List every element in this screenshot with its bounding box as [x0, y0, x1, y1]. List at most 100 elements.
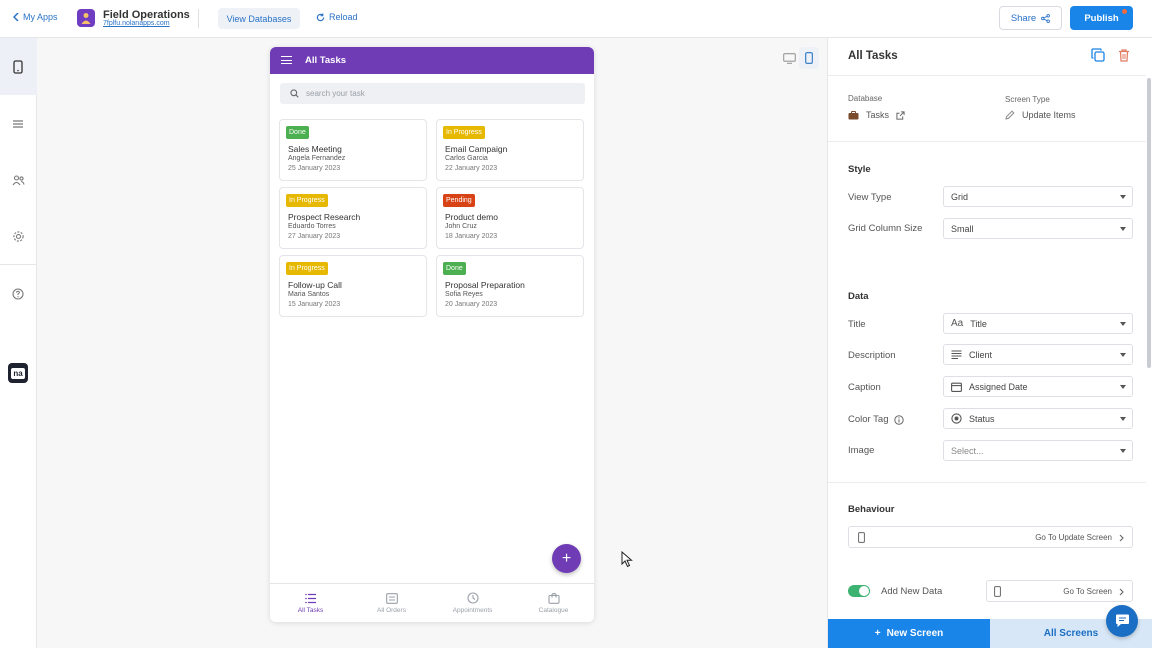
image-value: Select... [951, 445, 984, 456]
add-item-button[interactable]: + [552, 544, 581, 573]
share-label: Share [1010, 12, 1037, 24]
mobile-icon [994, 586, 1001, 597]
task-card[interactable]: Pending Product demo John Cruz 18 Januar… [436, 187, 584, 249]
desktop-view-button[interactable] [779, 47, 799, 69]
task-card[interactable]: Done Sales Meeting Angela Fernandez 25 J… [279, 119, 427, 181]
tab-all-tasks[interactable]: All Tasks [270, 584, 351, 622]
share-icon [1041, 13, 1051, 23]
status-badge: Done [286, 126, 309, 139]
phone-header-title: All Tasks [305, 55, 347, 66]
phone-header: All Tasks [270, 47, 594, 74]
phone-icon[interactable] [11, 60, 25, 74]
app-url-link[interactable]: 7fplfu.nolanapps.com [103, 20, 170, 27]
mobile-view-button[interactable] [799, 47, 819, 69]
briefcase-icon [848, 110, 859, 119]
tab-catalogue[interactable]: Catalogue [513, 584, 594, 622]
status-badge: Pending [443, 194, 475, 207]
share-button[interactable]: Share [999, 6, 1062, 30]
task-card[interactable]: In Progress Follow-up Call Maria Santos … [279, 255, 427, 317]
card-client: Maria Santos [288, 291, 330, 298]
users-icon[interactable] [11, 173, 25, 187]
publish-button[interactable]: Publish [1070, 6, 1133, 30]
pencil-icon [1005, 110, 1015, 120]
chat-button[interactable] [1106, 605, 1138, 637]
gear-icon[interactable] [11, 229, 25, 243]
chevron-down-icon [1120, 353, 1126, 357]
grid-column-size-select[interactable]: Small [943, 218, 1133, 239]
task-card[interactable]: Done Proposal Preparation Sofia Reyes 20… [436, 255, 584, 317]
database-value[interactable]: Tasks [848, 110, 905, 120]
notification-dot [1122, 9, 1127, 14]
chevron-down-icon [1120, 385, 1126, 389]
all-screens-label: All Screens [1043, 628, 1099, 639]
search-input[interactable]: search your task [280, 83, 585, 104]
database-name: Tasks [866, 110, 890, 120]
caption-field-label: Caption [848, 382, 881, 393]
image-select[interactable]: Select... [943, 440, 1133, 461]
bottom-tab-bar: All Tasks All Orders Appointments Catalo… [270, 583, 594, 622]
go-to-screen-button[interactable]: Go To Screen [986, 580, 1133, 602]
list-icon [385, 592, 398, 604]
trash-icon[interactable] [1117, 48, 1131, 62]
publish-label: Publish [1084, 12, 1119, 24]
card-client: Eduardo Torres [288, 223, 336, 230]
panel-scrollbar[interactable] [1147, 78, 1151, 368]
description-field-text: Description [848, 350, 896, 361]
list-icon[interactable] [11, 117, 25, 131]
screen-type-label: Screen Type [1005, 95, 1050, 104]
go-to-update-screen-button[interactable]: Go To Update Screen [848, 526, 1133, 548]
radio-icon [951, 413, 962, 424]
card-date: 15 January 2023 [288, 301, 341, 308]
menu-icon[interactable] [281, 56, 292, 64]
grid-column-size-text: Grid Column Size [848, 223, 923, 234]
screen-type-value: Update Items [1005, 110, 1076, 120]
task-card[interactable]: In Progress Prospect Research Eduardo To… [279, 187, 427, 249]
mobile-icon [805, 52, 813, 64]
duplicate-icon[interactable] [1091, 48, 1105, 62]
task-card[interactable]: In Progress Email Campaign Carlos Garcia… [436, 119, 584, 181]
mobile-icon [858, 532, 865, 543]
chevron-down-icon [1120, 227, 1126, 231]
color-tag-field-text: Color Tag [848, 414, 889, 425]
card-date: 27 January 2023 [288, 233, 341, 240]
chevron-right-icon [1119, 588, 1124, 596]
chat-icon [1115, 614, 1129, 627]
card-title: Product demo [445, 212, 498, 222]
chevron-down-icon [1120, 417, 1126, 421]
view-type-label: View Type [848, 192, 891, 203]
card-title: Sales Meeting [288, 144, 342, 154]
caption-field-text: Caption [848, 382, 881, 393]
external-link-icon[interactable] [896, 110, 905, 120]
divider [198, 9, 199, 28]
tab-all-orders[interactable]: All Orders [351, 584, 432, 622]
panel-title: All Tasks [848, 50, 898, 62]
title-select[interactable]: Aa Title [943, 313, 1133, 334]
color-tag-select[interactable]: Status [943, 408, 1133, 429]
info-icon[interactable] [893, 414, 904, 425]
caption-select[interactable]: Assigned Date [943, 376, 1133, 397]
back-link[interactable]: My Apps [13, 12, 58, 22]
status-badge: Done [443, 262, 466, 275]
help-icon[interactable] [11, 287, 25, 301]
title-field-label: Title [848, 319, 866, 330]
card-title: Email Campaign [445, 144, 508, 154]
left-sidebar: na [0, 38, 37, 648]
chevron-down-icon [1120, 449, 1126, 453]
logo-text: na [11, 367, 25, 379]
screen-type-name: Update Items [1022, 110, 1076, 120]
status-badge: In Progress [286, 194, 328, 207]
grid-column-size-value: Small [951, 223, 974, 234]
add-new-data-toggle[interactable] [848, 585, 870, 597]
status-badge: In Progress [443, 126, 485, 139]
search-icon [290, 89, 299, 98]
description-select[interactable]: Client [943, 344, 1133, 365]
go-to-update-screen-label: Go To Update Screen [1035, 533, 1112, 542]
title-value: Title [970, 318, 987, 329]
reload-button[interactable]: Reload [316, 12, 358, 22]
tab-appointments[interactable]: Appointments [432, 584, 513, 622]
view-databases-button[interactable]: View Databases [218, 8, 300, 29]
new-screen-button[interactable]: + New Screen [828, 619, 990, 648]
behaviour-section-title: Behaviour [848, 504, 895, 515]
bag-icon [547, 592, 560, 604]
view-type-select[interactable]: Grid [943, 186, 1133, 207]
